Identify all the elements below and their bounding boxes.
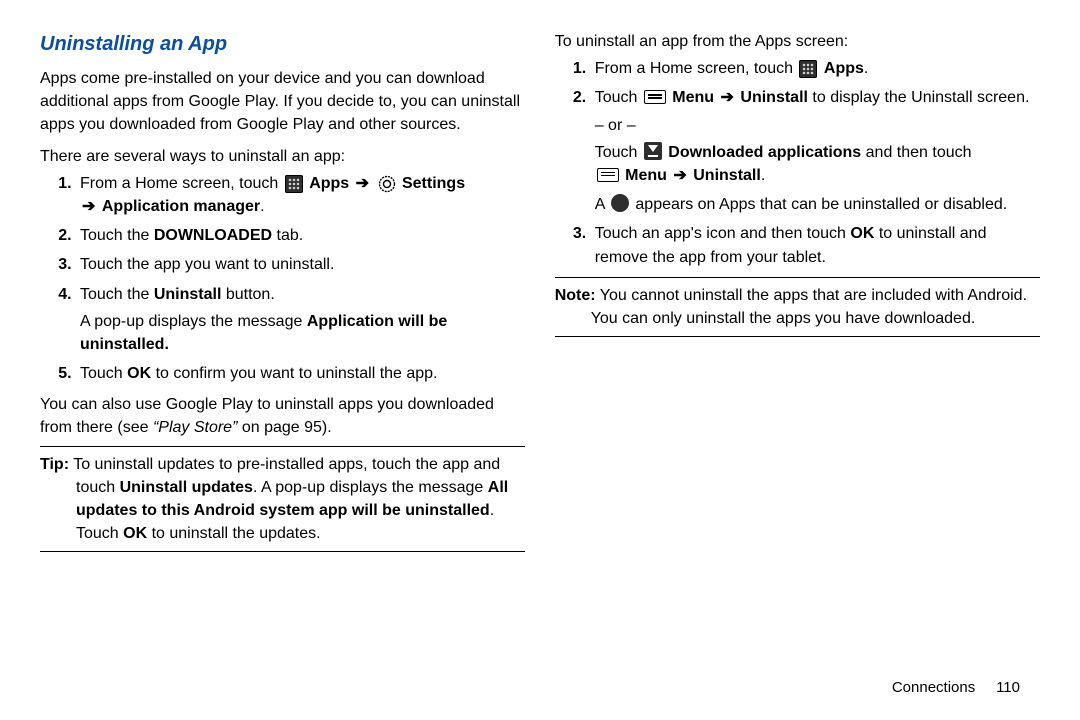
- text: A: [595, 196, 609, 213]
- arrow-icon: ➔: [719, 86, 736, 109]
- left-step-1: From a Home screen, touch Apps ➔ Setting…: [76, 172, 525, 218]
- period: .: [260, 198, 264, 215]
- period: .: [864, 60, 868, 77]
- text: Touch the: [80, 227, 154, 244]
- right-intro: To uninstall an app from the Apps screen…: [555, 30, 1040, 53]
- left-steps-list: From a Home screen, touch Apps ➔ Setting…: [40, 172, 525, 386]
- text: and then touch: [866, 144, 972, 161]
- downloaded-apps-label: Downloaded applications: [668, 144, 861, 161]
- text: button.: [221, 286, 274, 303]
- uninstall-label: Uninstall: [154, 286, 222, 303]
- ok-label: OK: [123, 525, 147, 542]
- page: Uninstalling an App Apps come pre-instal…: [0, 0, 1080, 660]
- apps-icon: [285, 175, 303, 193]
- menu-icon: [597, 168, 619, 182]
- text: Touch an app's icon and then touch: [595, 225, 851, 242]
- minus-circle-icon: [611, 194, 629, 212]
- note-block: Note: You cannot uninstall the apps that…: [555, 284, 1040, 330]
- text: . A pop-up displays the message: [253, 479, 488, 496]
- tip-block: Tip: To uninstall updates to pre-install…: [40, 453, 525, 546]
- menu-icon: [644, 90, 666, 104]
- right-column: To uninstall an app from the Apps screen…: [555, 30, 1040, 640]
- right-step-3: Touch an app's icon and then touch OK to…: [591, 222, 1040, 268]
- uninstall-updates-label: Uninstall updates: [120, 479, 253, 496]
- arrow-icon: ➔: [671, 164, 688, 187]
- text: Touch: [595, 144, 642, 161]
- menu-label: Menu: [625, 167, 667, 184]
- ok-label: OK: [127, 365, 151, 382]
- period: .: [761, 167, 765, 184]
- text: to display the Uninstall screen.: [812, 89, 1029, 106]
- uninstall-label: Uninstall: [693, 167, 761, 184]
- text: Touch the app you want to uninstall.: [80, 256, 334, 273]
- arrow-icon: ➔: [80, 195, 97, 218]
- apps-label: Apps: [309, 175, 349, 192]
- apps-icon: [799, 60, 817, 78]
- text: Touch: [80, 365, 127, 382]
- downloaded-label: DOWNLOADED: [154, 227, 272, 244]
- also-paragraph: You can also use Google Play to uninstal…: [40, 393, 525, 439]
- play-store-ref: “Play Store”: [153, 419, 237, 436]
- settings-label: Settings: [402, 175, 465, 192]
- note-label: Note:: [555, 287, 596, 304]
- text: appears on Apps that can be uninstalled …: [635, 196, 1007, 213]
- text: Touch the: [80, 286, 154, 303]
- ok-label: OK: [850, 225, 874, 242]
- divider: [40, 446, 525, 447]
- right-steps-list: From a Home screen, touch Apps. Touch Me…: [555, 57, 1040, 269]
- text: to uninstall the updates.: [147, 525, 320, 542]
- tip-label: Tip:: [40, 456, 69, 473]
- text: on page 95).: [237, 419, 331, 436]
- text: to confirm you want to uninstall the app…: [151, 365, 437, 382]
- left-step-2: Touch the DOWNLOADED tab.: [76, 224, 525, 247]
- arrow-icon: ➔: [354, 172, 371, 195]
- menu-label: Menu: [672, 89, 714, 106]
- left-step-3: Touch the app you want to uninstall.: [76, 253, 525, 276]
- uninstall-label: Uninstall: [740, 89, 808, 106]
- right-step-2: Touch Menu ➔ Uninstall to display the Un…: [591, 86, 1040, 216]
- app-manager-label: Application manager: [102, 198, 260, 215]
- text: From a Home screen, touch: [595, 60, 798, 77]
- divider: [555, 336, 1040, 337]
- divider: [555, 277, 1040, 278]
- or-text: – or –: [595, 114, 1040, 137]
- text: From a Home screen, touch: [80, 175, 283, 192]
- footer-page-number: 110: [996, 679, 1020, 696]
- gear-icon: [378, 175, 396, 193]
- divider: [40, 551, 525, 552]
- text: Touch: [595, 89, 642, 106]
- download-icon: [644, 142, 662, 160]
- left-step-5: Touch OK to confirm you want to uninstal…: [76, 362, 525, 385]
- right-step-1: From a Home screen, touch Apps.: [591, 57, 1040, 80]
- footer-section: Connections: [892, 679, 975, 696]
- section-heading: Uninstalling an App: [40, 30, 525, 59]
- text: tab.: [272, 227, 303, 244]
- left-column: Uninstalling an App Apps come pre-instal…: [40, 30, 525, 640]
- note-text: You cannot uninstall the apps that are i…: [591, 287, 1027, 327]
- apps-label: Apps: [824, 60, 864, 77]
- page-footer: Connections 110: [892, 679, 1020, 696]
- left-step-4: Touch the Uninstall button. A pop-up dis…: [76, 283, 525, 357]
- intro-paragraph: Apps come pre-installed on your device a…: [40, 67, 525, 137]
- lead-paragraph: There are several ways to uninstall an a…: [40, 145, 525, 168]
- text: A pop-up displays the message: [80, 313, 307, 330]
